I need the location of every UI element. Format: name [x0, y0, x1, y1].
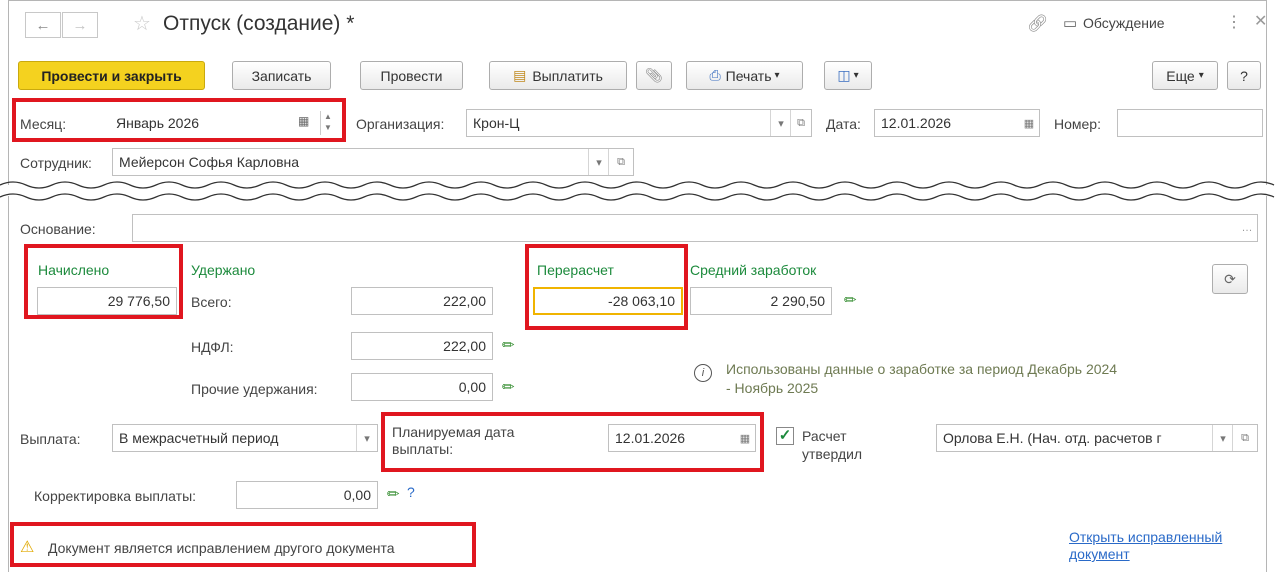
attach-button[interactable]: 📎︎: [636, 61, 672, 90]
chevron-down-icon[interactable]: ▾: [356, 425, 377, 451]
print-button-label: Печать: [725, 67, 772, 84]
arrow-left-icon: ←: [35, 16, 51, 34]
chevron-down-icon[interactable]: ▾: [1212, 425, 1233, 451]
average-earnings-label: Средний заработок: [690, 262, 817, 278]
average-earnings-field[interactable]: 2 290,50: [690, 287, 832, 315]
save-button[interactable]: Записать: [232, 61, 331, 90]
ellipsis-icon[interactable]: …: [1237, 215, 1257, 241]
chevron-down-icon: ▾: [1198, 70, 1204, 81]
post-button[interactable]: Провести: [360, 61, 463, 90]
ndfl-field[interactable]: 222,00: [351, 332, 493, 360]
discussion-icon[interactable]: ▭: [1063, 14, 1077, 32]
cut-separator: [0, 181, 1275, 201]
paperclip-icon: 📎︎: [645, 67, 663, 83]
ndfl-value: 222,00: [443, 338, 486, 354]
documents-icon: ◫: [837, 67, 851, 83]
total-label: Всего:: [191, 294, 232, 310]
payment-label: Выплата:: [20, 431, 81, 447]
pay-button-label: Выплатить: [532, 67, 603, 84]
chevron-down-icon: ▾: [853, 70, 859, 81]
other-withholdings-value: 0,00: [458, 379, 486, 395]
approver-value: Орлова Е.Н. (Нач. отд. расчетов г: [943, 430, 1162, 446]
organization-field[interactable]: Крон-Ц ▾ ⧉: [466, 109, 812, 137]
info-text-line1: Использованы данные о заработке за перио…: [726, 361, 1118, 377]
printer-icon: ⎙: [709, 67, 721, 83]
total-value: 222,00: [443, 293, 486, 309]
number-field[interactable]: [1117, 109, 1263, 137]
favorite-star-icon[interactable]: ☆: [133, 11, 151, 36]
employee-label: Сотрудник:: [20, 155, 92, 171]
help-button[interactable]: ?: [1227, 61, 1261, 90]
approved-checkbox[interactable]: ✓: [776, 427, 794, 445]
post-and-close-button[interactable]: Провести и закрыть: [18, 61, 205, 90]
date-field[interactable]: 12.01.2026 ▦: [874, 109, 1040, 137]
open-link-line1: Открыть исправленный: [1069, 529, 1223, 545]
total-field[interactable]: 222,00: [351, 287, 493, 315]
highlight-recalc: [525, 244, 688, 330]
pencil-icon[interactable]: ✏︎: [502, 336, 515, 354]
more-vertical-icon[interactable]: ⋮: [1226, 12, 1242, 32]
calendar-icon[interactable]: ▦: [1019, 110, 1039, 136]
number-label: Номер:: [1054, 116, 1101, 132]
pencil-icon[interactable]: ✏︎: [844, 291, 857, 309]
ndfl-label: НДФЛ:: [191, 339, 234, 355]
organization-value: Крон-Ц: [473, 115, 520, 131]
more-button-label: Еще: [1166, 67, 1195, 84]
arrow-right-icon: →: [72, 16, 88, 34]
pay-button[interactable]: ▤ Выплатить: [489, 61, 627, 90]
chevron-down-icon[interactable]: ▾: [770, 110, 791, 136]
employee-value: Мейерсон Софья Карловна: [119, 154, 300, 170]
related-docs-button[interactable]: ◫ ▾: [824, 61, 872, 90]
refresh-button[interactable]: ⟳: [1212, 264, 1248, 294]
date-value: 12.01.2026: [881, 115, 952, 131]
correction-value: 0,00: [343, 487, 371, 503]
payment-field[interactable]: В межрасчетный период ▾: [112, 424, 378, 452]
employee-field[interactable]: Мейерсон Софья Карловна ▾ ⧉: [112, 148, 634, 176]
pencil-icon[interactable]: ✏︎: [387, 485, 400, 503]
highlight-month: [12, 98, 346, 142]
info-icon: i: [694, 364, 712, 382]
organization-label: Организация:: [356, 116, 445, 132]
highlight-planned-date: [381, 412, 764, 472]
back-button[interactable]: ←: [25, 12, 61, 38]
open-icon[interactable]: ⧉: [1232, 425, 1257, 451]
highlight-warning: [10, 522, 476, 567]
highlight-accrued: [24, 244, 183, 319]
correction-field[interactable]: 0,00: [236, 481, 378, 509]
approved-label-line1: Расчет: [802, 428, 847, 444]
average-earnings-value: 2 290,50: [770, 293, 826, 309]
open-icon[interactable]: ⧉: [790, 110, 811, 136]
open-link-line2: документ: [1069, 546, 1130, 562]
basis-label: Основание:: [20, 221, 96, 237]
print-button[interactable]: ⎙ Печать ▾: [686, 61, 803, 90]
date-label: Дата:: [826, 116, 861, 132]
more-button[interactable]: Еще ▾: [1152, 61, 1218, 90]
other-withholdings-field[interactable]: 0,00: [351, 373, 493, 401]
approved-label-line2: утвердил: [802, 446, 863, 462]
payment-value: В межрасчетный период: [119, 430, 279, 446]
close-icon[interactable]: ✕: [1254, 11, 1267, 31]
open-icon[interactable]: ⧉: [608, 149, 633, 175]
approved-label: Расчет утвердил: [802, 427, 862, 463]
info-text-line2: - Ноябрь 2025: [726, 380, 819, 396]
correction-label: Корректировка выплаты:: [34, 488, 197, 504]
basis-field[interactable]: …: [132, 214, 1258, 242]
discussion-button[interactable]: Обсуждение: [1083, 15, 1165, 31]
chevron-down-icon[interactable]: ▾: [588, 149, 609, 175]
pencil-icon[interactable]: ✏︎: [502, 378, 515, 396]
page-title: Отпуск (создание) *: [163, 12, 355, 35]
forward-button[interactable]: →: [62, 12, 98, 38]
link-icon[interactable]: 🔗︎: [1027, 14, 1049, 34]
withheld-label: Удержано: [191, 262, 256, 278]
approver-field[interactable]: Орлова Е.Н. (Нач. отд. расчетов г ▾ ⧉: [936, 424, 1258, 452]
open-corrected-document-link[interactable]: Открыть исправленный документ: [1069, 529, 1222, 563]
document-pay-icon: ▤: [513, 67, 527, 83]
chevron-down-icon: ▾: [774, 70, 780, 81]
other-withholdings-label: Прочие удержания:: [191, 381, 318, 397]
refresh-icon: ⟳: [1224, 270, 1236, 287]
correction-help-link[interactable]: ?: [407, 484, 415, 500]
